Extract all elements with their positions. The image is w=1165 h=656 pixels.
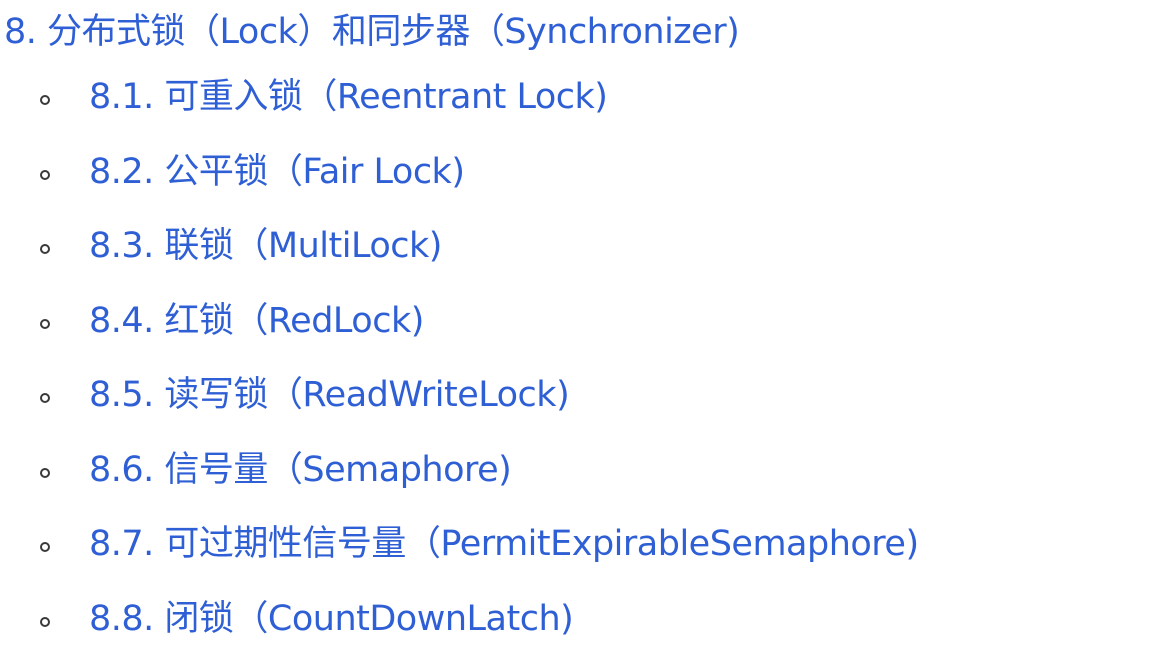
list-item: 8.3. 联锁（MultiLock) bbox=[0, 209, 1165, 284]
hollow-circle-bullet-icon bbox=[40, 617, 50, 627]
subsection-link-8-4[interactable]: 8.4. 红锁（RedLock) bbox=[89, 293, 424, 349]
list-item: 8.1. 可重入锁（Reentrant Lock) bbox=[0, 60, 1165, 135]
subsection-link-8-5[interactable]: 8.5. 读写锁（ReadWriteLock) bbox=[89, 367, 569, 423]
list-item: 8.7. 可过期性信号量（PermitExpirableSemaphore) bbox=[0, 507, 1165, 582]
list-item: 8.4. 红锁（RedLock) bbox=[0, 284, 1165, 359]
hollow-circle-bullet-icon bbox=[40, 468, 50, 478]
subsection-list: 8.1. 可重入锁（Reentrant Lock) 8.2. 公平锁（Fair … bbox=[0, 60, 1165, 656]
subsection-link-8-7[interactable]: 8.7. 可过期性信号量（PermitExpirableSemaphore) bbox=[89, 516, 919, 572]
subsection-link-8-6[interactable]: 8.6. 信号量（Semaphore) bbox=[89, 442, 511, 498]
hollow-circle-bullet-icon bbox=[40, 319, 50, 329]
subsection-link-8-1[interactable]: 8.1. 可重入锁（Reentrant Lock) bbox=[89, 69, 607, 125]
list-item: 8.8. 闭锁（CountDownLatch) bbox=[0, 582, 1165, 656]
section-8-link[interactable]: 8. 分布式锁（Lock）和同步器（Synchronizer) bbox=[4, 4, 739, 60]
list-item: 8.2. 公平锁（Fair Lock) bbox=[0, 135, 1165, 210]
subsection-link-8-8[interactable]: 8.8. 闭锁（CountDownLatch) bbox=[89, 591, 573, 647]
hollow-circle-bullet-icon bbox=[40, 170, 50, 180]
subsection-link-8-3[interactable]: 8.3. 联锁（MultiLock) bbox=[89, 218, 442, 274]
hollow-circle-bullet-icon bbox=[40, 542, 50, 552]
hollow-circle-bullet-icon bbox=[40, 393, 50, 403]
hollow-circle-bullet-icon bbox=[40, 244, 50, 254]
hollow-circle-bullet-icon bbox=[40, 95, 50, 105]
subsection-link-8-2[interactable]: 8.2. 公平锁（Fair Lock) bbox=[89, 144, 464, 200]
table-of-contents: 8. 分布式锁（Lock）和同步器（Synchronizer) 8.1. 可重入… bbox=[0, 0, 1165, 648]
list-item: 8.6. 信号量（Semaphore) bbox=[0, 433, 1165, 508]
list-item: 8.5. 读写锁（ReadWriteLock) bbox=[0, 358, 1165, 433]
